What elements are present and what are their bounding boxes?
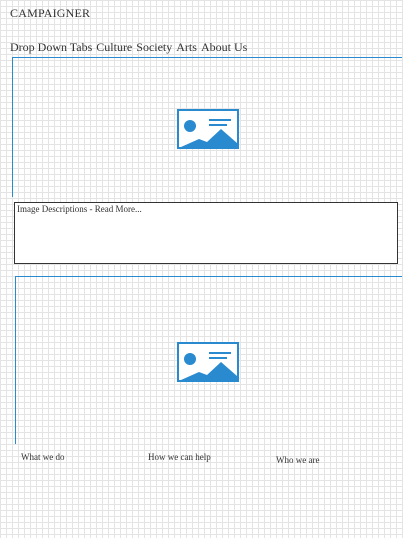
main-nav: Drop Down Tabs Culture Society Arts Abou… [10,40,247,55]
nav-item-drop-down-tabs[interactable]: Drop Down Tabs [10,40,92,55]
image-description-box: Image Descriptions - Read More... [14,202,398,264]
section-frame-left-border [15,276,16,444]
section-frame-top-border [15,276,402,277]
footer-link-what-we-do[interactable]: What we do [21,452,64,462]
image-placeholder-icon [177,342,239,382]
image-description-text[interactable]: Image Descriptions - Read More... [17,204,142,214]
nav-item-culture[interactable]: Culture [96,40,132,55]
site-title[interactable]: CAMPAIGNER [10,6,90,21]
hero-frame-top-border [12,57,402,58]
footer-link-who-we-are[interactable]: Who we are [276,455,319,465]
image-placeholder-icon [177,109,239,149]
footer-link-how-we-can-help[interactable]: How we can help [148,452,211,462]
nav-item-society[interactable]: Society [136,40,172,55]
nav-item-about-us[interactable]: About Us [201,40,247,55]
nav-item-arts[interactable]: Arts [176,40,197,55]
hero-frame-left-border [12,57,13,197]
